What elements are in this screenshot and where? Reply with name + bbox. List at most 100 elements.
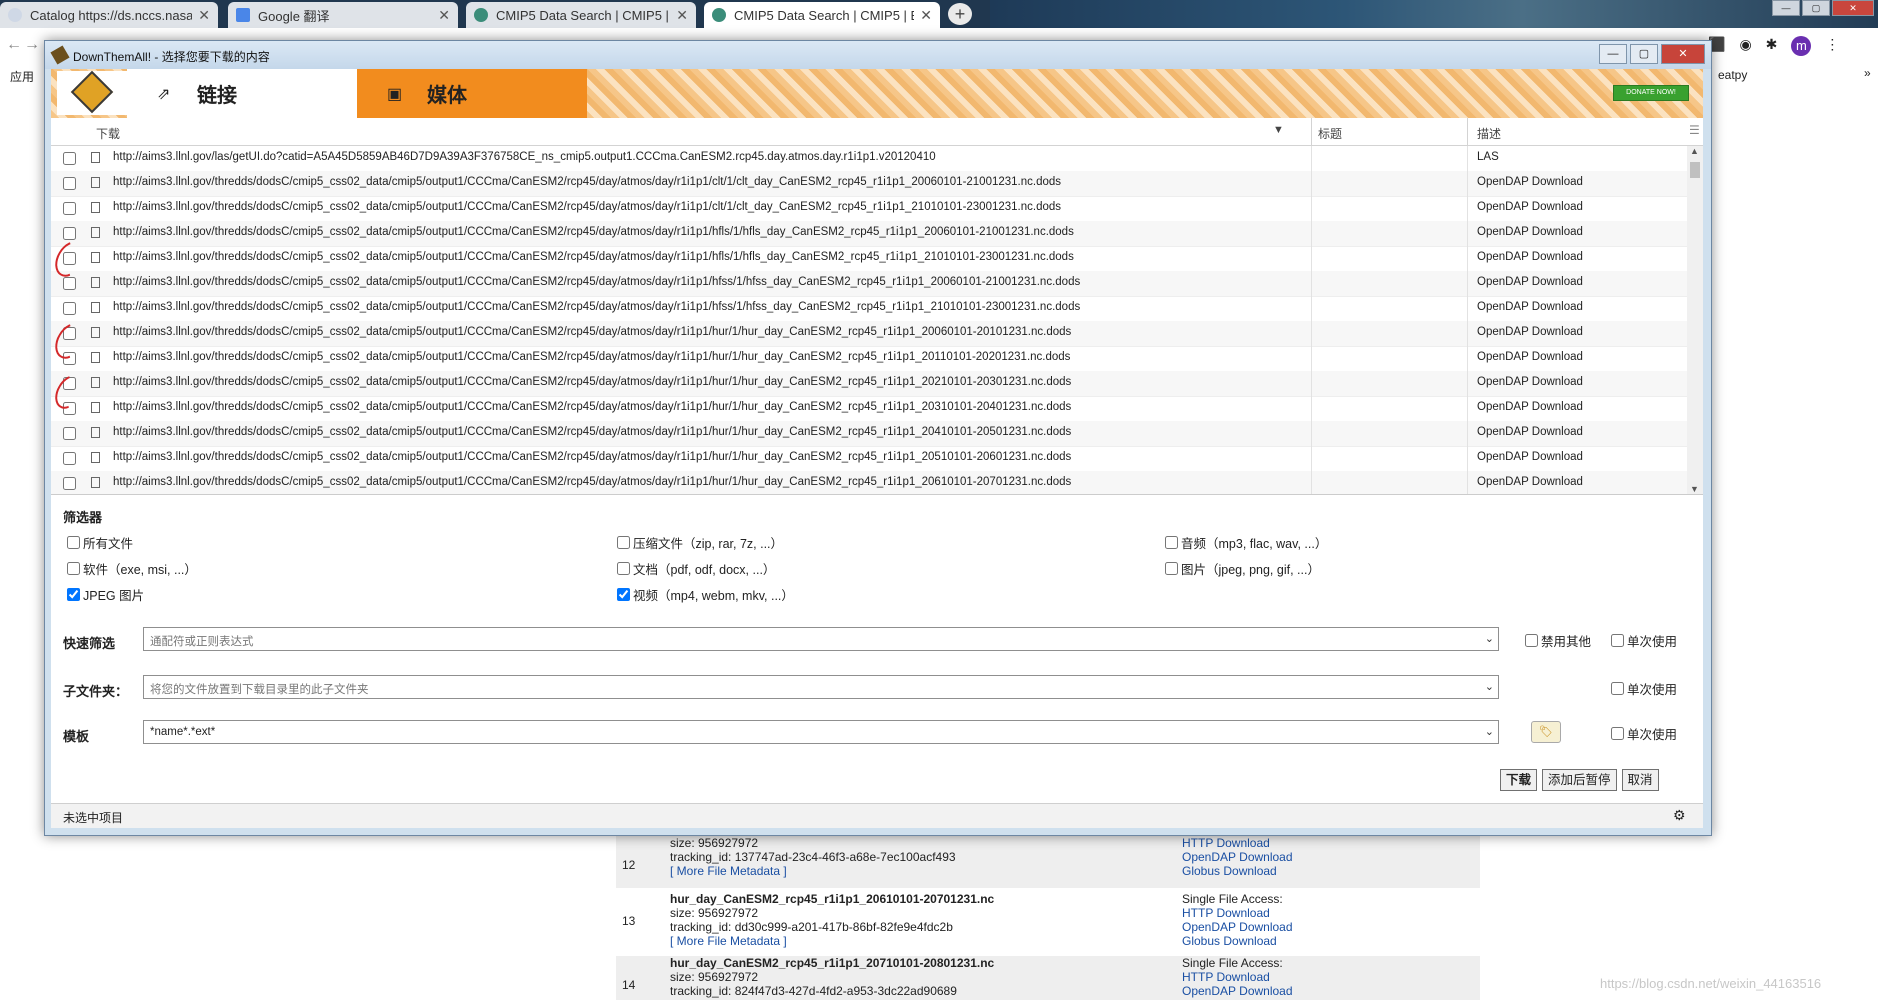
table-row[interactable]: http://aims3.llnl.gov/thredds/dodsC/cmip…	[51, 346, 1687, 372]
checkbox[interactable]	[1165, 536, 1178, 549]
table-row[interactable]: http://aims3.llnl.gov/thredds/dodsC/cmip…	[51, 171, 1687, 197]
sort-desc-icon[interactable]: ▼	[1273, 124, 1284, 136]
column-description[interactable]: 描述	[1477, 125, 1501, 142]
table-row[interactable]: http://aims3.llnl.gov/thredds/dodsC/cmip…	[51, 446, 1687, 472]
disable-others-checkbox[interactable]: 禁用其他	[1525, 631, 1591, 650]
minimize-button[interactable]: —	[1599, 44, 1627, 64]
more-bookmarks-icon[interactable]: »	[1864, 66, 1871, 80]
browser-tab-catalog[interactable]: Catalog https://ds.nccs.nasa.g ✕	[0, 2, 218, 28]
row-checkbox[interactable]	[63, 302, 76, 315]
maximize-button[interactable]: ▢	[1630, 44, 1658, 64]
column-menu-icon[interactable]: ☰	[1689, 123, 1700, 137]
quick-filter-once-checkbox[interactable]: 单次使用	[1611, 631, 1677, 650]
table-row[interactable]: http://aims3.llnl.gov/thredds/dodsC/cmip…	[51, 371, 1687, 397]
checkbox[interactable]	[617, 536, 630, 549]
close-dialog-button[interactable]: ✕	[1661, 44, 1705, 64]
checkbox[interactable]	[1165, 562, 1178, 575]
cancel-button[interactable]: 取消	[1621, 769, 1659, 791]
donate-button[interactable]: DONATE NOW!	[1613, 85, 1689, 101]
quick-filter-input[interactable]: 通配符或正则表达式 ⌄	[143, 627, 1499, 651]
row-checkbox[interactable]	[63, 227, 76, 240]
new-tab-button[interactable]: +	[948, 3, 972, 25]
subfolder-input[interactable]: 将您的文件放置到下载目录里的此子文件夹 ⌄	[143, 675, 1499, 699]
maximize-button[interactable]: ▢	[1802, 0, 1830, 16]
table-row[interactable]: http://aims3.llnl.gov/thredds/dodsC/cmip…	[51, 221, 1687, 247]
checkbox[interactable]	[67, 588, 80, 601]
scroll-thumb[interactable]	[1690, 162, 1700, 178]
close-icon[interactable]: ✕	[438, 7, 450, 24]
gear-icon[interactable]: ⚙	[1673, 807, 1686, 824]
http-download-link[interactable]: HTTP Download	[1182, 970, 1293, 984]
browser-tab-cmip5-2[interactable]: CMIP5 Data Search | CMIP5 | E ✕	[704, 2, 940, 28]
row-checkbox[interactable]	[63, 177, 76, 190]
table-row[interactable]: http://aims3.llnl.gov/thredds/dodsC/cmip…	[51, 271, 1687, 297]
chevron-down-icon[interactable]: ⌄	[1485, 680, 1494, 693]
checkbox[interactable]	[67, 536, 80, 549]
opendap-download-link[interactable]: OpenDAP Download	[1182, 920, 1293, 934]
table-row[interactable]: http://aims3.llnl.gov/las/getUI.do?catid…	[51, 146, 1687, 172]
opendap-download-link[interactable]: OpenDAP Download	[1182, 984, 1293, 998]
close-icon[interactable]: ✕	[920, 7, 932, 24]
vertical-scrollbar[interactable]: ▲ ▼	[1687, 146, 1703, 494]
http-download-link[interactable]: HTTP Download	[1182, 906, 1293, 920]
avatar[interactable]: m	[1791, 36, 1812, 56]
globus-download-link[interactable]: Globus Download	[1182, 934, 1293, 948]
row-checkbox[interactable]	[63, 202, 76, 215]
filter-all-files[interactable]: 所有文件	[67, 533, 133, 552]
column-title[interactable]: 标题	[1318, 125, 1342, 142]
table-row[interactable]: http://aims3.llnl.gov/thredds/dodsC/cmip…	[51, 421, 1687, 447]
close-icon[interactable]: ✕	[198, 7, 210, 24]
filter-audio[interactable]: 音频（mp3, flac, wav, ...）	[1165, 533, 1327, 552]
table-row[interactable]: http://aims3.llnl.gov/thredds/dodsC/cmip…	[51, 196, 1687, 222]
opendap-download-link[interactable]: OpenDAP Download	[1182, 850, 1293, 864]
row-checkbox[interactable]	[63, 152, 76, 165]
tab-links[interactable]: ⇗ 链接	[127, 69, 357, 118]
download-button[interactable]: 下载	[1500, 769, 1538, 791]
http-download-link[interactable]: HTTP Download	[1182, 836, 1293, 850]
more-metadata-link[interactable]: [ More File Metadata ]	[670, 934, 994, 948]
globus-download-link[interactable]: Globus Download	[1182, 864, 1293, 878]
mask-input[interactable]: *name*.*ext* ⌄	[143, 720, 1499, 744]
minimize-button[interactable]: —	[1772, 0, 1800, 16]
row-checkbox[interactable]	[63, 277, 76, 290]
checkbox[interactable]	[67, 562, 80, 575]
browser-tab-cmip5-1[interactable]: CMIP5 Data Search | CMIP5 | E ✕	[466, 2, 696, 28]
scroll-down-icon[interactable]: ▼	[1690, 484, 1699, 494]
table-row[interactable]: http://aims3.llnl.gov/thredds/dodsC/cmip…	[51, 396, 1687, 422]
checkbox[interactable]	[1611, 682, 1624, 695]
table-row[interactable]: http://aims3.llnl.gov/thredds/dodsC/cmip…	[51, 296, 1687, 322]
scroll-up-icon[interactable]: ▲	[1690, 146, 1699, 156]
chevron-down-icon[interactable]: ⌄	[1485, 632, 1494, 645]
bookmark-item[interactable]: eatpy	[1718, 68, 1747, 82]
table-row[interactable]: http://aims3.llnl.gov/thredds/dodsC/cmip…	[51, 246, 1687, 272]
row-checkbox[interactable]	[63, 452, 76, 465]
row-checkbox[interactable]	[63, 427, 76, 440]
checkbox[interactable]	[617, 562, 630, 575]
checkbox[interactable]	[1525, 634, 1538, 647]
filter-archives[interactable]: 压缩文件（zip, rar, 7z, ...）	[617, 533, 783, 552]
checkbox[interactable]	[1611, 634, 1624, 647]
filter-jpeg[interactable]: JPEG 图片	[67, 585, 144, 604]
browser-tab-google-translate[interactable]: Google 翻译 ✕	[228, 2, 458, 28]
bookmark-apps[interactable]: 应用	[10, 68, 34, 85]
add-paused-button[interactable]: 添加后暂停	[1542, 769, 1617, 791]
table-row[interactable]: http://aims3.llnl.gov/thredds/dodsC/cmip…	[51, 321, 1687, 347]
more-metadata-link[interactable]: [ More File Metadata ]	[670, 864, 956, 878]
filter-software[interactable]: 软件（exe, msi, ...）	[67, 559, 197, 578]
checkbox[interactable]	[617, 588, 630, 601]
filter-images[interactable]: 图片（jpeg, png, gif, ...）	[1165, 559, 1320, 578]
mask-once-checkbox[interactable]: 单次使用	[1611, 724, 1677, 743]
forward-icon[interactable]: →	[24, 36, 40, 54]
back-icon[interactable]: ←	[6, 36, 22, 54]
row-checkbox[interactable]	[63, 477, 76, 490]
tab-media[interactable]: ▣ 媒体	[357, 69, 587, 118]
close-icon[interactable]: ✕	[676, 7, 688, 24]
extension-icon[interactable]: ◉	[1739, 36, 1751, 56]
table-row[interactable]: http://aims3.llnl.gov/thredds/dodsC/cmip…	[51, 471, 1687, 494]
subfolder-once-checkbox[interactable]: 单次使用	[1611, 679, 1677, 698]
close-window-button[interactable]: ✕	[1832, 0, 1874, 16]
filter-videos[interactable]: 视频（mp4, webm, mkv, ...）	[617, 585, 794, 604]
menu-icon[interactable]: ⋮	[1825, 36, 1839, 56]
checkbox[interactable]	[1611, 727, 1624, 740]
filter-documents[interactable]: 文档（pdf, odf, docx, ...）	[617, 559, 775, 578]
